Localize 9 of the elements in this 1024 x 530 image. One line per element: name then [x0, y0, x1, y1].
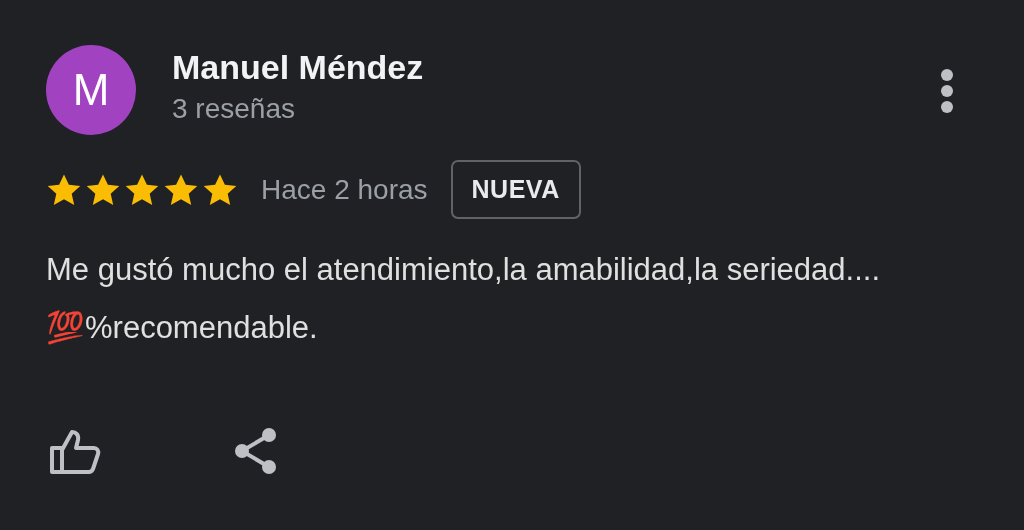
share-icon[interactable]: [233, 427, 279, 475]
more-options-icon[interactable]: [940, 69, 954, 113]
avatar: M: [46, 45, 136, 135]
new-badge: NUEVA: [450, 160, 581, 219]
review-time: Hace 2 horas: [261, 173, 428, 206]
review-text: Me gustó mucho el atendimiento,la amabilidad,la seriedad.... 💯%recomendable.: [46, 251, 882, 347]
author-name[interactable]: Manuel Méndez: [172, 48, 940, 87]
like-icon[interactable]: [49, 428, 101, 474]
review-count: 3 reseñas: [172, 93, 296, 125]
